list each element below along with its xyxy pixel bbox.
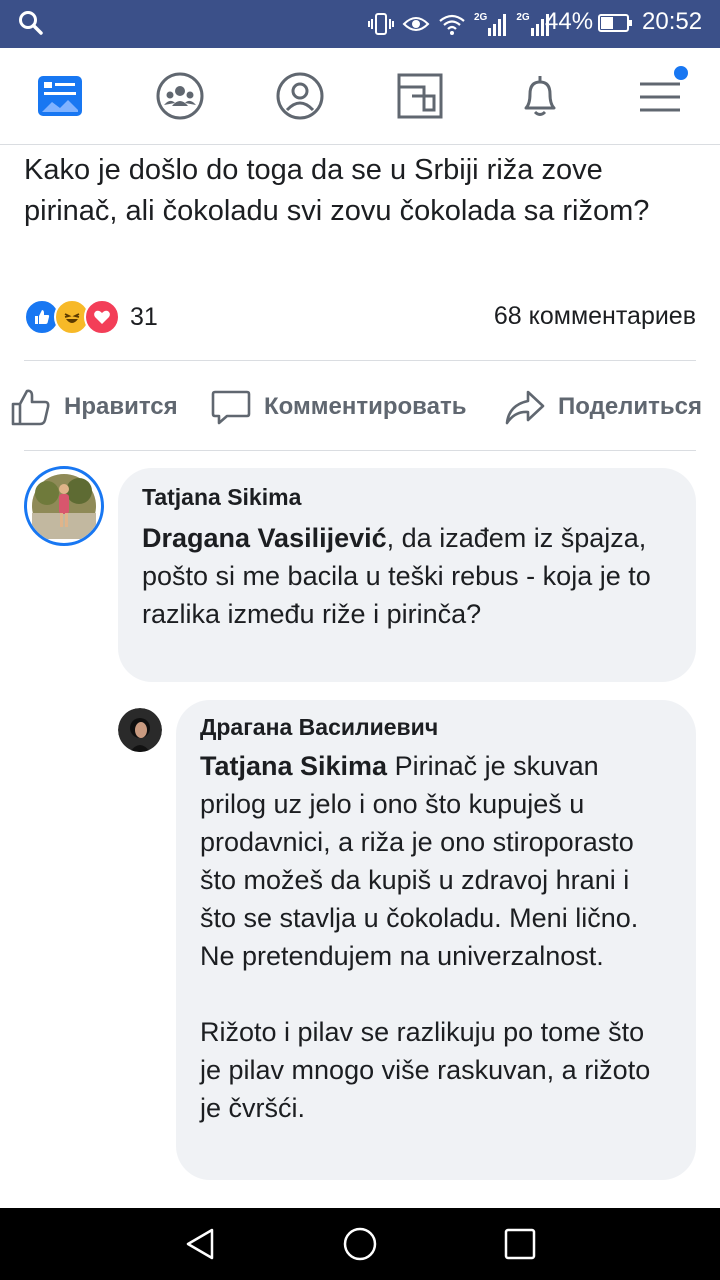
divider — [24, 450, 696, 451]
avatar-photo — [29, 471, 99, 541]
share-label: Поделиться — [558, 393, 703, 420]
love-reaction-icon — [84, 299, 120, 335]
marketplace-icon — [397, 73, 443, 119]
divider — [24, 360, 696, 361]
comment-text-body: Pirinač je skuvan prilog uz jelo i ono š… — [200, 751, 639, 971]
tab-profile[interactable] — [274, 70, 326, 122]
share-button[interactable]: Поделиться — [504, 384, 702, 430]
share-icon — [505, 390, 545, 425]
top-navigation — [0, 48, 720, 145]
back-icon[interactable] — [182, 1226, 218, 1262]
network-type-2: 2G — [516, 12, 530, 23]
comment-text: Dragana Vasilijević, da izađem iz špajza… — [142, 519, 672, 633]
profile-icon — [276, 72, 324, 120]
tab-marketplace[interactable] — [394, 70, 446, 122]
reactions-summary[interactable]: 31 — [24, 299, 158, 335]
comment-author[interactable]: Драгана Василиевич — [200, 714, 672, 741]
comments-count[interactable]: 68 комментариев — [494, 302, 696, 331]
eye-icon — [402, 17, 430, 31]
reaction-count: 31 — [130, 302, 158, 331]
comment-author[interactable]: Tatjana Sikima — [142, 484, 672, 511]
like-button[interactable]: Нравится — [10, 384, 178, 430]
mention-link[interactable]: Dragana Vasilijević — [142, 523, 387, 553]
comment-button[interactable]: Комментировать — [210, 384, 466, 430]
tab-groups[interactable] — [154, 70, 206, 122]
bell-icon — [524, 76, 556, 116]
status-bar: 2G 2G 44% 20:52 — [0, 0, 720, 48]
news-feed-icon — [38, 76, 82, 116]
avatar[interactable] — [24, 466, 104, 546]
comment-label: Комментировать — [264, 393, 467, 420]
comment-bubble[interactable]: Tatjana Sikima Dragana Vasilijević, da i… — [118, 468, 696, 682]
status-icons: 2G 2G — [368, 10, 551, 38]
comment-text: Tatjana Sikima Pirinač je skuvan prilog … — [200, 747, 672, 975]
thumbs-up-icon — [11, 389, 50, 426]
mention-link[interactable]: Tatjana Sikima — [200, 751, 387, 781]
post-text: Kako je došlo do toga da se u Srbiji riž… — [24, 154, 650, 227]
tab-menu[interactable] — [634, 64, 690, 122]
avatar-photo — [118, 708, 162, 752]
battery-icon — [598, 14, 632, 32]
home-icon[interactable] — [342, 1226, 378, 1262]
search-icon[interactable] — [18, 10, 44, 36]
post-actions: Нравится Комментировать Поделиться — [0, 380, 720, 434]
notification-dot — [672, 64, 690, 82]
network-type-1: 2G — [474, 12, 488, 23]
tab-notifications[interactable] — [514, 70, 566, 122]
comment-text-paragraph-2: Rižoto i pilav se razlikuju po tome što … — [200, 1017, 651, 1123]
clock: 20:52 — [642, 8, 703, 35]
wifi-icon — [439, 14, 465, 35]
vibrate-icon — [368, 13, 394, 35]
comment-bubble[interactable]: Драгана Василиевич Tatjana Sikima Pirina… — [176, 700, 696, 1180]
comment-icon — [211, 390, 251, 425]
like-label: Нравится — [64, 393, 178, 420]
system-navigation-bar — [0, 1208, 720, 1280]
battery-percent: 44% — [545, 8, 594, 35]
signal-1-icon: 2G — [474, 12, 508, 36]
recents-icon[interactable] — [502, 1226, 538, 1262]
groups-icon — [156, 72, 204, 120]
tab-news-feed[interactable] — [34, 70, 86, 122]
avatar[interactable] — [118, 708, 162, 752]
